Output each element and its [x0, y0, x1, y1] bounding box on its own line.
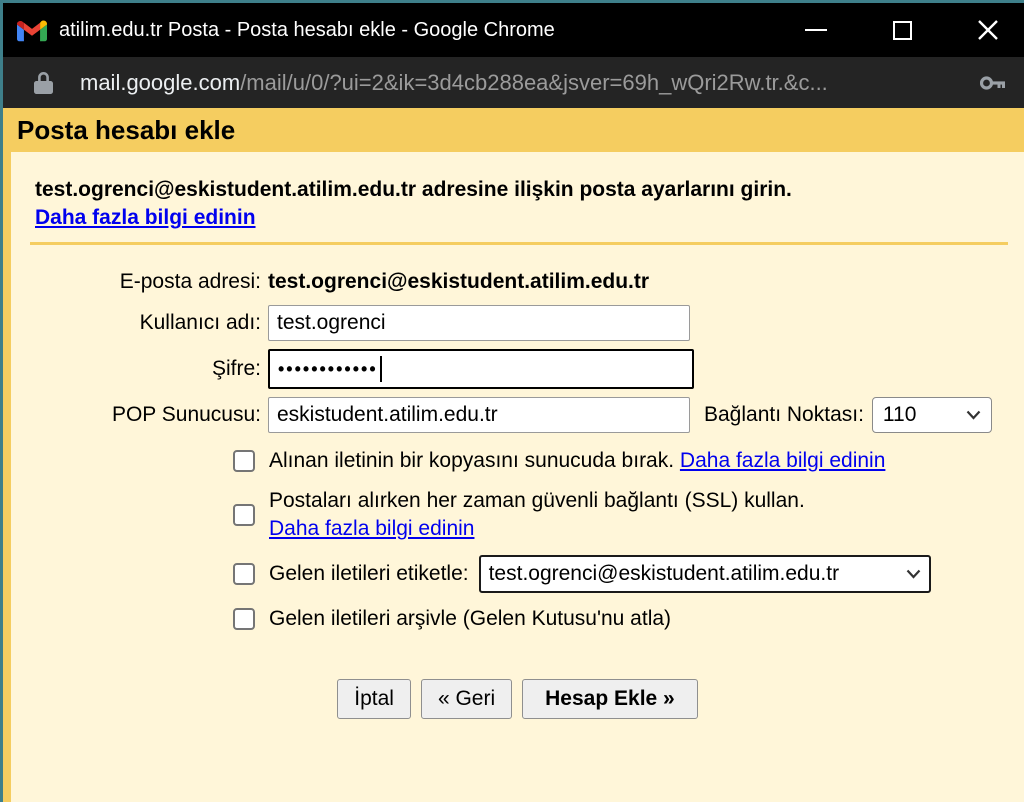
title-bar: atilim.edu.tr Posta - Posta hesabı ekle … [3, 3, 1024, 57]
email-row: E-posta adresi: test.ogrenci@eskistudent… [11, 267, 1024, 297]
window-title: atilim.edu.tr Posta - Posta hesabı ekle … [59, 19, 802, 42]
text-caret [380, 356, 382, 382]
back-button[interactable]: « Geri [421, 679, 512, 719]
minimize-button[interactable] [802, 16, 830, 44]
ssl-label-text: Postaları alırken her zaman güvenli bağl… [269, 489, 805, 512]
learn-more-link[interactable]: Daha fazla bilgi edinin [35, 206, 256, 229]
pop-server-input[interactable] [268, 397, 690, 433]
ssl-label: Postaları alırken her zaman güvenli bağl… [269, 487, 805, 543]
port-selected-value: 110 [883, 403, 916, 427]
label-incoming-row: Gelen iletileri etiketle: test.ogrenci@e… [233, 555, 1024, 593]
url-domain: mail.google.com [80, 70, 240, 95]
email-value: test.ogrenci@eskistudent.atilim.edu.tr [268, 270, 649, 294]
pop-server-row: POP Sunucusu: Bağlantı Noktası: 110 [11, 397, 1024, 433]
chevron-down-icon [966, 410, 981, 420]
minimize-icon [805, 29, 827, 31]
archive-label: Gelen iletileri arşivle (Gelen Kutusu'nu… [269, 605, 671, 633]
intro-message: test.ogrenci@eskistudent.atilim.edu.tr a… [35, 178, 792, 201]
maximize-icon [893, 21, 912, 40]
archive-row: Gelen iletileri arşivle (Gelen Kutusu'nu… [233, 605, 1024, 633]
page-content: test.ogrenci@eskistudent.atilim.edu.tr a… [3, 152, 1024, 802]
page-title: Posta hesabı ekle [3, 108, 1024, 152]
ssl-row: Postaları alırken her zaman güvenli bağl… [233, 487, 1024, 543]
separator [30, 242, 1008, 245]
address-bar[interactable]: mail.google.com/mail/u/0/?ui=2&ik=3d4cb2… [3, 57, 1024, 108]
key-icon[interactable] [980, 73, 1006, 93]
password-row: Şifre: •••••••••••• [11, 349, 1024, 389]
label-selected-value: test.ogrenci@eskistudent.atilim.edu.tr [489, 562, 839, 586]
button-row: İptal « Geri Hesap Ekle » [11, 679, 1024, 719]
browser-window: atilim.edu.tr Posta - Posta hesabı ekle … [0, 0, 1024, 802]
email-label: E-posta adresi: [11, 270, 268, 294]
username-label: Kullanıcı adı: [11, 311, 268, 335]
label-incoming-label: Gelen iletileri etiketle: [269, 560, 469, 588]
chevron-down-icon [906, 569, 921, 579]
port-select[interactable]: 110 [872, 397, 992, 433]
cancel-button[interactable]: İptal [337, 679, 411, 719]
add-account-button[interactable]: Hesap Ekle » [522, 679, 698, 719]
leave-copy-checkbox[interactable] [233, 450, 255, 472]
maximize-button[interactable] [888, 16, 916, 44]
leave-copy-learn-more-link[interactable]: Daha fazla bilgi edinin [680, 449, 885, 472]
password-input[interactable]: •••••••••••• [268, 349, 694, 389]
username-row: Kullanıcı adı: [11, 305, 1024, 341]
close-button[interactable] [974, 16, 1002, 44]
ssl-learn-more-link[interactable]: Daha fazla bilgi edinin [269, 517, 474, 540]
pop-server-label: POP Sunucusu: [11, 403, 268, 427]
password-masked-value: •••••••••••• [278, 360, 378, 378]
url-path: /mail/u/0/?ui=2&ik=3d4cb288ea&jsver=69h_… [240, 70, 828, 95]
url-text[interactable]: mail.google.com/mail/u/0/?ui=2&ik=3d4cb2… [80, 70, 968, 96]
lock-icon[interactable] [33, 71, 54, 95]
ssl-checkbox[interactable] [233, 504, 255, 526]
label-incoming-checkbox[interactable] [233, 563, 255, 585]
label-select[interactable]: test.ogrenci@eskistudent.atilim.edu.tr [479, 555, 931, 593]
password-label: Şifre: [11, 357, 268, 381]
leave-copy-label: Alınan iletinin bir kopyasını sunucuda b… [269, 447, 885, 475]
username-input[interactable] [268, 305, 690, 341]
port-label: Bağlantı Noktası: [704, 403, 864, 427]
close-icon [977, 19, 999, 41]
gmail-logo-icon [17, 18, 47, 42]
archive-checkbox[interactable] [233, 608, 255, 630]
intro-text: test.ogrenci@eskistudent.atilim.edu.tr a… [35, 176, 1008, 232]
window-controls [802, 16, 1002, 44]
leave-copy-row: Alınan iletinin bir kopyasını sunucuda b… [233, 447, 1024, 475]
leave-copy-label-text: Alınan iletinin bir kopyasını sunucuda b… [269, 449, 674, 472]
